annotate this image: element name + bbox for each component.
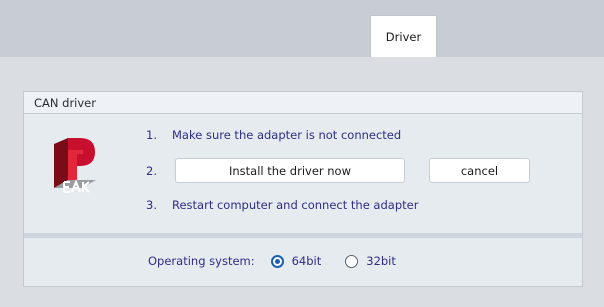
- peak-logo-icon: [54, 138, 96, 193]
- tab-driver[interactable]: Driver: [370, 15, 437, 57]
- radio-32bit-button[interactable]: [345, 254, 359, 268]
- os-selector: Operating system: 64bit 32bit: [148, 251, 420, 271]
- step-3-text: Restart computer and connect the adapter: [172, 198, 419, 212]
- step-3: 3. Restart computer and connect the adap…: [146, 196, 418, 214]
- step-1-text: Make sure the adapter is not connected: [172, 128, 402, 142]
- step-3-number: 3.: [146, 198, 157, 212]
- panel-divider: [24, 233, 582, 238]
- panel-header: CAN driver: [24, 92, 582, 114]
- radio-32bit[interactable]: 32bit: [345, 254, 396, 268]
- step-1: 1. Make sure the adapter is not connecte…: [146, 126, 401, 144]
- tab-bar: Driver: [0, 0, 604, 57]
- cancel-button[interactable]: cancel: [429, 158, 530, 183]
- radio-32bit-label: 32bit: [366, 254, 396, 268]
- can-driver-panel: CAN driver 1. Make sure the adapter is n…: [23, 91, 583, 287]
- tab-driver-label: Driver: [385, 29, 422, 44]
- panel-title: CAN driver: [34, 96, 96, 110]
- driver-window: Driver CAN driver 1. Make sure the adapt…: [0, 0, 604, 307]
- step-2-number: 2.: [146, 164, 157, 178]
- step-1-number: 1.: [146, 128, 157, 142]
- os-label: Operating system:: [148, 254, 255, 268]
- install-driver-button[interactable]: Install the driver now: [175, 158, 405, 183]
- step-2: 2.: [146, 162, 172, 180]
- radio-64bit-label: 64bit: [291, 254, 322, 268]
- radio-64bit-button[interactable]: [270, 254, 284, 268]
- radio-64bit[interactable]: 64bit: [270, 254, 322, 268]
